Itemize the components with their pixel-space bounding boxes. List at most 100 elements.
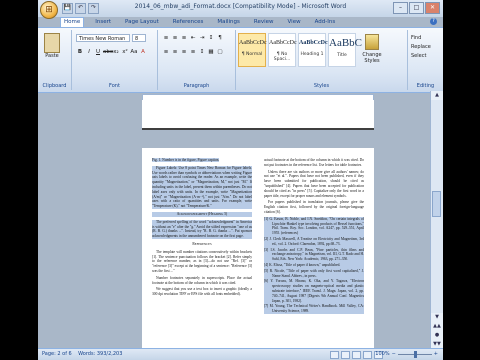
sort-icon[interactable]: ↕ [207,34,215,42]
word-count[interactable]: Words: 393/2,203 [78,351,122,357]
outline-view-icon[interactable] [363,351,372,359]
maximize-button[interactable]: □ [409,2,424,14]
tab-mailings[interactable]: Mailings [214,17,243,27]
style-title[interactable]: AaBbC Title [328,33,362,67]
browse-controls: ▼ ▲▲ ● ▼▼ [431,313,443,349]
zoom-out-button[interactable]: − [392,349,396,360]
tab-review[interactable]: Review [251,17,277,27]
strikethrough-button[interactable]: abe [103,48,113,56]
footnote-paragraph: actual footnote at the bottom of the col… [264,158,364,167]
change-styles-button[interactable]: Change Styles [362,34,382,68]
style-title-sample: AaBbC [329,37,362,49]
superscript-button[interactable]: x² [121,48,129,56]
style-normal-sample: AaBbCcDc [239,40,267,46]
change-case-button[interactable]: Aa [130,48,138,56]
font-group-label: Font [109,83,120,89]
subscript-button[interactable]: x₂ [112,48,120,56]
line-spacing-icon[interactable]: ↕ [198,48,206,56]
clipboard-icon [44,33,60,53]
close-button[interactable]: ✕ [425,2,440,14]
web-layout-view-icon[interactable] [352,351,361,359]
translation-paragraph: For papers published in translation jour… [264,200,364,214]
paragraph-row-1: ≡ ≡ ≡ ⇤ ⇥ ↕ ¶ [162,34,224,42]
previous-page-icon[interactable]: ▲▲ [431,322,443,331]
reference-list: [1] G. Eason, B. Noble, and I.N. Sneddon… [264,216,364,314]
scroll-thumb[interactable] [432,191,441,217]
change-styles-icon [365,34,379,50]
select-button[interactable]: Select [411,52,431,61]
reference-item: [7] M. Young, The Technical Writer's Han… [264,304,364,314]
tab-references[interactable]: References [170,17,207,27]
tab-view[interactable]: View [285,17,304,27]
font-color-button[interactable]: A [139,48,147,56]
zoom-slider-handle[interactable] [413,351,417,358]
figure-labels-paragraph: Figure Labels: Use 8 point Times New Rom… [152,165,252,209]
style-no-spacing[interactable]: AaBbCcDc ¶ No Spaci... [268,33,297,67]
paragraph-group-label: Paragraph [183,83,210,89]
font-family-select[interactable]: Times New Roman [76,34,130,42]
align-right-icon[interactable]: ≡ [180,48,188,56]
paste-button[interactable]: Paste [41,33,63,63]
zoom-level[interactable]: 100% [375,349,389,360]
replace-button[interactable]: Replace [411,43,431,52]
show-marks-icon[interactable]: ¶ [216,34,224,42]
justify-icon[interactable]: ≡ [189,48,197,56]
reference-item: [5] R. Nicole, "Title of paper with only… [264,268,364,278]
align-left-icon[interactable]: ≡ [162,48,170,56]
ribbon: Paste Clipboard Times New Roman 8 B I U … [38,27,443,93]
status-left: Page: 2 of 6 Words: 393/2,203 [42,349,122,360]
style-heading-1-name: Heading 1 [300,52,324,57]
vertical-scrollbar[interactable]: ▲ ▼ ▲▲ ● ▼▼ [430,91,443,349]
tab-insert[interactable]: Insert [92,17,114,27]
figure-caption: Fig. 1. Number is in the figure, Figure … [152,158,252,163]
reference-item: [4] K. Elissa, "Title of paper if known,… [264,262,341,267]
find-button[interactable]: Find [411,34,431,43]
zoom-slider[interactable] [397,351,432,358]
style-normal[interactable]: AaBbCcDc ¶ Normal [238,33,267,67]
editing-group-label: Editing [416,83,435,89]
page-1-bottom [142,100,374,130]
acknowledgment-heading: Acknowledgment (Heading 5) [152,211,252,217]
underline-button[interactable]: U [94,48,102,56]
references-paragraph-1: The template will number citations conse… [152,249,252,273]
print-layout-view-icon[interactable] [330,351,339,359]
style-normal-name: ¶ Normal [241,52,263,57]
font-group: Times New Roman 8 B I U abe x₂ x² Aa A F… [72,30,158,90]
bold-button[interactable]: B [76,48,84,56]
minimize-button[interactable]: – [393,2,408,14]
paragraph-group: ≡ ≡ ≡ ⇤ ⇥ ↕ ¶ ≡ ≡ ≡ ≡ ↕ ▦ ▢ Paragraph [158,30,236,90]
bullets-icon[interactable]: ≡ [162,34,170,42]
style-heading-1[interactable]: AaBbCcDc Heading 1 [298,33,328,67]
tab-home[interactable]: Home [60,17,85,27]
select-browse-object-icon[interactable]: ● [431,331,443,340]
borders-icon[interactable]: ▢ [216,48,224,56]
document-area[interactable]: Fig. 1. Number is in the figure, Figure … [38,100,431,349]
help-icon[interactable]: ? [430,18,437,25]
increase-indent-icon[interactable]: ⇥ [198,34,206,42]
italic-button[interactable]: I [85,48,93,56]
scroll-up-arrow-icon[interactable]: ▲ [431,91,443,100]
multilevel-list-icon[interactable]: ≡ [180,34,188,42]
numbering-icon[interactable]: ≡ [171,34,179,42]
shading-icon[interactable]: ▦ [207,48,215,56]
acknowledgment-paragraph: The preferred spelling of the word "ackn… [152,219,252,239]
page-2[interactable]: Fig. 1. Number is in the figure, Figure … [142,148,374,349]
page-count[interactable]: Page: 2 of 6 [42,351,72,357]
decrease-indent-icon[interactable]: ⇤ [189,34,197,42]
full-screen-view-icon[interactable] [341,351,350,359]
reference-item: [3] I.S. Jacobs and C.P. Bean, "Fine par… [264,247,364,262]
left-column: Fig. 1. Number is in the figure, Figure … [152,158,252,299]
zoom-in-button[interactable]: + [434,349,438,360]
style-no-spacing-name: ¶ No Spaci... [273,52,291,62]
align-center-icon[interactable]: ≡ [171,48,179,56]
style-heading-1-sample: AaBbCcDc [299,40,328,46]
tab-add-ins[interactable]: Add-Ins [312,17,339,27]
window-title: 2014_06_mbw_adi_Format.docx [Compatibili… [134,3,347,10]
tab-page-layout[interactable]: Page Layout [122,17,162,27]
reference-item: [2] J. Clerk Maxwell, A Treatise on Elec… [264,236,364,246]
scroll-down-arrow-icon[interactable]: ▼ [431,313,443,322]
status-bar: Page: 2 of 6 Words: 393/2,203 100% − + [38,348,443,360]
font-size-select[interactable]: 8 [132,34,146,42]
right-column: actual footnote at the bottom of the col… [264,158,364,315]
style-title-name: Title [337,53,347,58]
